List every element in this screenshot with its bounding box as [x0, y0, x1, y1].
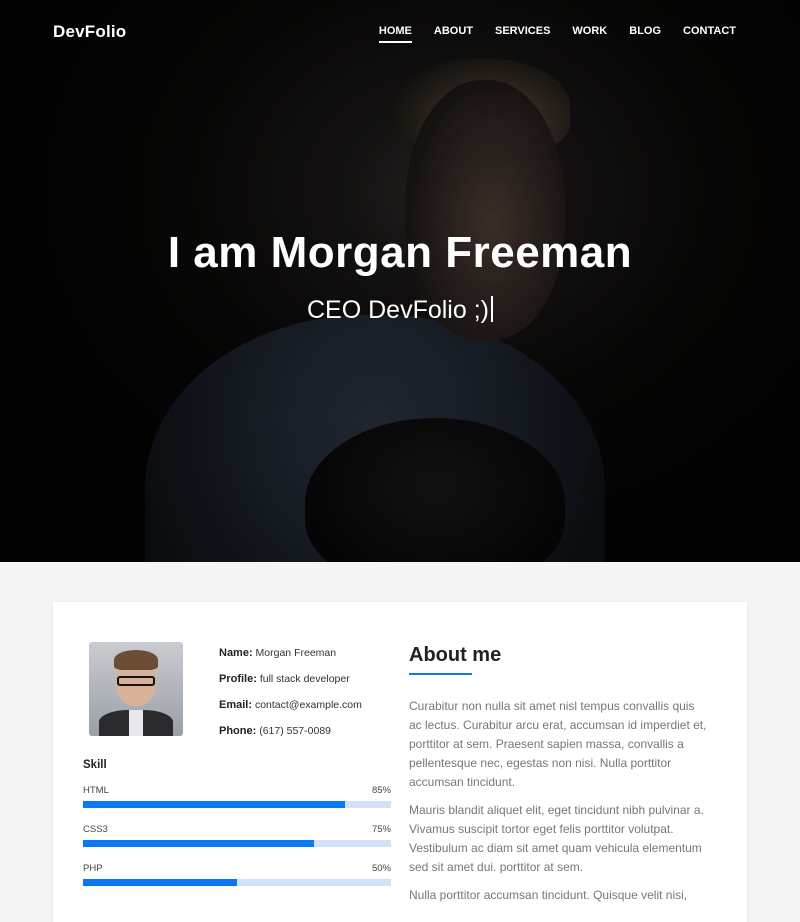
- skill-php: PHP 50%: [83, 863, 391, 886]
- skill-percent: 75%: [371, 824, 391, 835]
- profile-info: Name: Morgan Freeman Profile: full stack…: [219, 646, 362, 750]
- skill-name: CSS3: [83, 824, 108, 835]
- hero-subtitle: CEO DevFolio ;): [0, 296, 800, 325]
- skill-progress-fill: [83, 801, 345, 808]
- hero-overlay: [0, 0, 800, 562]
- about-title: About me: [409, 644, 502, 666]
- skill-name: HTML: [83, 785, 109, 796]
- email-value[interactable]: contact@example.com: [255, 699, 362, 711]
- about-card: Name: Morgan Freeman Profile: full stack…: [53, 602, 747, 922]
- skill-progress-track: [83, 840, 391, 847]
- brand-logo[interactable]: DevFolio: [53, 22, 126, 42]
- skill-html: HTML 85%: [83, 785, 391, 808]
- typing-cursor: [490, 296, 493, 322]
- profile-label: Profile:: [219, 673, 257, 685]
- nav-item-contact[interactable]: CONTACT: [683, 25, 736, 43]
- about-paragraph-3: Nulla porttitor accumsan tincidunt. Quis…: [409, 888, 688, 902]
- phone-label: Phone:: [219, 725, 257, 737]
- skill-progress-track: [83, 801, 391, 808]
- main-nav: HOME ABOUT SERVICES WORK BLOG CONTACT: [357, 25, 736, 43]
- profile-profile-row: Profile: full stack developer: [219, 672, 362, 686]
- name-label: Name:: [219, 647, 253, 659]
- about-paragraph-1: Curabitur non nulla sit amet nisl tempus…: [409, 699, 707, 789]
- profile-email-row: Email: contact@example.com: [219, 698, 362, 712]
- avatar-glasses: [117, 676, 155, 686]
- nav-item-blog[interactable]: BLOG: [629, 25, 661, 43]
- hero-subtitle-text: CEO DevFolio ;): [307, 296, 489, 324]
- avatar-shirt: [129, 710, 143, 736]
- profile-name-row: Name: Morgan Freeman: [219, 646, 362, 660]
- skill-progress-fill: [83, 879, 237, 886]
- about-paragraph-2: Mauris blandit aliquet elit, eget tincid…: [409, 803, 704, 874]
- avatar: [89, 642, 183, 736]
- about-title-underline: [409, 673, 472, 675]
- profile-phone-row: Phone: (617) 557-0089: [219, 724, 362, 738]
- skill-percent: 85%: [371, 785, 391, 796]
- skill-progress-fill: [83, 840, 314, 847]
- hero-title: I am Morgan Freeman: [167, 228, 633, 277]
- name-value: Morgan Freeman: [255, 647, 337, 659]
- skill-name: PHP: [83, 863, 103, 874]
- phone-value[interactable]: (617) 557-0089: [259, 725, 331, 737]
- skill-heading: Skill: [83, 759, 107, 771]
- skill-progress-track: [83, 879, 391, 886]
- skill-css3: CSS3 75%: [83, 824, 391, 847]
- nav-item-home[interactable]: HOME: [378, 25, 412, 43]
- nav-item-services[interactable]: SERVICES: [495, 25, 550, 43]
- skill-percent: 50%: [371, 863, 391, 874]
- nav-item-work[interactable]: WORK: [572, 25, 607, 43]
- nav-item-about[interactable]: ABOUT: [434, 25, 473, 43]
- email-label: Email:: [219, 699, 253, 711]
- hero-section: DevFolio HOME ABOUT SERVICES WORK BLOG C…: [0, 0, 800, 562]
- avatar-hair: [114, 650, 158, 670]
- profile-value: full stack developer: [259, 673, 350, 685]
